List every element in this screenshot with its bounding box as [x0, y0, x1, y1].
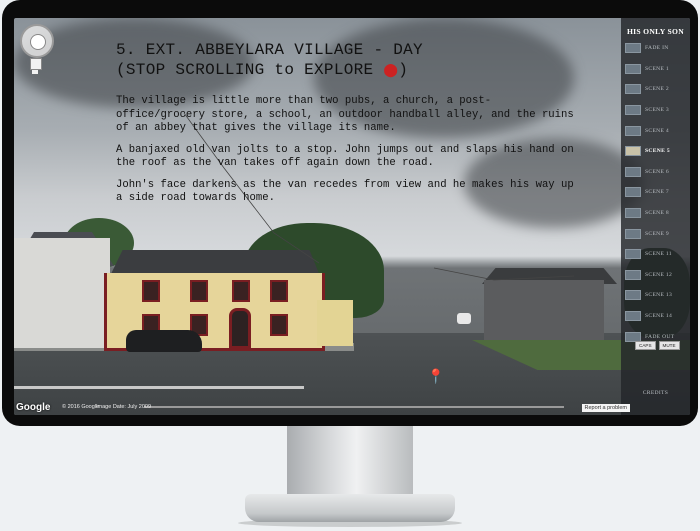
nav-item-fade-in[interactable]: FADE IN [621, 38, 690, 59]
nav-item-scene-4[interactable]: SCENE 4 [621, 120, 690, 141]
nav-item-label: SCENE 14 [645, 313, 673, 320]
action-paragraph: John's face darkens as the van recedes f… [116, 178, 574, 205]
scene-thumbnail-icon [625, 63, 641, 74]
monitor-frame: 5. EXT. ABBEYLARA VILLAGE - DAY (STOP SC… [2, 0, 698, 426]
nav-item-label: SCENE 2 [645, 86, 670, 93]
map-marker-icon[interactable]: 📍 [427, 368, 444, 385]
monitor-stand-base [245, 494, 455, 522]
nav-item-scene-7[interactable]: SCENE 7 [621, 182, 690, 203]
nav-item-scene-9[interactable]: SCENE 9 [621, 223, 690, 244]
nav-item-scene-1[interactable]: SCENE 1 [621, 59, 690, 80]
nav-item-label: SCENE 12 [645, 271, 673, 278]
street-view-screen[interactable]: 5. EXT. ABBEYLARA VILLAGE - DAY (STOP SC… [14, 18, 690, 415]
scene-thumbnail-icon [625, 105, 641, 116]
nav-item-label: SCENE 5 [645, 148, 670, 155]
scene-thumbnail-icon [625, 208, 641, 219]
scene-instruction-close: ) [398, 61, 409, 79]
nav-item-label: SCENE 3 [645, 107, 670, 114]
nav-item-scene-12[interactable]: SCENE 12 [621, 265, 690, 286]
scene-thumbnail-icon [625, 84, 641, 95]
scene-thumbnail-icon [625, 269, 641, 280]
image-date: Image Date: July 2009 [96, 404, 152, 410]
zoom-in-button[interactable] [30, 58, 42, 70]
map-copyright: © 2016 Google [62, 404, 100, 410]
scene-thumbnail-icon [625, 290, 641, 301]
action-paragraph: A banjaxed old van jolts to a stop. John… [116, 143, 574, 170]
action-paragraph: The village is little more than two pubs… [116, 95, 574, 134]
nav-item-scene-13[interactable]: SCENE 13 [621, 285, 690, 306]
scene-thumbnail-icon [625, 43, 641, 54]
scene-thumbnail-icon [625, 249, 641, 260]
nav-item-label: SCENE 11 [645, 251, 672, 258]
nav-item-scene-3[interactable]: SCENE 3 [621, 100, 690, 121]
scene-thumbnail-icon [625, 187, 641, 198]
nav-item-scene-11[interactable]: SCENE 11 [621, 244, 690, 265]
scene-thumbnail-icon [625, 166, 641, 177]
scene-sidebar: HIS ONLY SON FADE IN SCENE 1 SCENE 2 SCE… [621, 18, 690, 415]
google-logo: Google [16, 402, 51, 413]
screenplay-text: 5. EXT. ABBEYLARA VILLAGE - DAY (STOP SC… [116, 40, 586, 214]
credits-link[interactable]: CREDITS [621, 390, 690, 396]
mute-button[interactable]: MUTE [658, 341, 680, 350]
report-problem-link[interactable]: Report a problem [581, 404, 630, 412]
scene-thumbnail-icon [625, 228, 641, 239]
nav-item-label: SCENE 9 [645, 230, 670, 237]
nav-item-scene-5[interactable]: SCENE 5 [621, 141, 690, 162]
nav-item-label: FADE OUT [645, 333, 675, 340]
nav-item-label: FADE IN [645, 45, 669, 52]
scene-thumbnail-icon [625, 125, 641, 136]
brand-title[interactable]: HIS ONLY SON [621, 27, 690, 36]
scene-heading: 5. EXT. ABBEYLARA VILLAGE - DAY [116, 41, 423, 59]
monitor-stand-neck [287, 426, 413, 496]
zoom-slider[interactable] [32, 70, 38, 74]
nav-item-scene-2[interactable]: SCENE 2 [621, 79, 690, 100]
scene-instruction: (STOP SCROLLING to EXPLORE ⬤) [116, 60, 586, 81]
scene-thumbnail-icon [625, 146, 641, 157]
map-pin-icon: ⬤ [383, 63, 399, 78]
nav-item-scene-8[interactable]: SCENE 8 [621, 203, 690, 224]
scene-instruction-text: (STOP SCROLLING to EXPLORE [116, 61, 374, 79]
nav-item-label: SCENE 1 [645, 65, 670, 72]
caps-button[interactable]: CAPS [635, 341, 656, 350]
nav-item-scene-6[interactable]: SCENE 6 [621, 162, 690, 183]
audio-controls: CAPS MUTE [635, 341, 680, 350]
nav-item-label: SCENE 13 [645, 292, 673, 299]
nav-item-scene-14[interactable]: SCENE 14 [621, 306, 690, 327]
compass-icon [30, 34, 46, 50]
nav-item-label: SCENE 8 [645, 210, 670, 217]
nav-item-label: SCENE 6 [645, 168, 670, 175]
scene-thumbnail-icon [625, 311, 641, 322]
scene-nav: FADE IN SCENE 1 SCENE 2 SCENE 3 SCENE 4 … [621, 38, 690, 347]
pan-control[interactable] [20, 24, 54, 58]
nav-item-label: SCENE 4 [645, 127, 670, 134]
nav-item-label: SCENE 7 [645, 189, 670, 196]
